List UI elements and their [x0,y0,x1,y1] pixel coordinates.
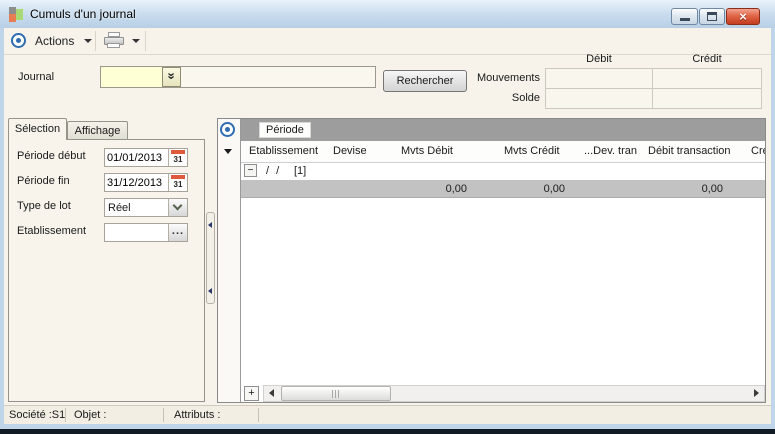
etablissement-input[interactable] [105,224,167,241]
titlebar: Cumuls d'un journal × [0,0,775,28]
target-icon[interactable] [11,33,26,48]
selection-panel: Période début 31 Période fin 31 Type de … [8,139,205,402]
status-attributs: Attributs : [174,409,221,421]
mouvements-label: Mouvements [477,72,540,84]
dropdown-button[interactable] [168,199,187,216]
minimize-button[interactable] [671,8,698,25]
grid-menu-arrow-icon[interactable] [224,149,232,154]
periode-debut-field[interactable]: 31 [104,148,188,167]
summary-debit-transaction: 0,00 [701,183,723,195]
group-row: − / / [1] [241,163,765,180]
scroll-right-button[interactable] [748,386,764,401]
status-separator [258,408,259,422]
app-icon-gray-square [9,7,16,14]
group-date-value: / / [266,165,282,177]
solde-credit-field [652,88,762,109]
column-header-mvts-debit[interactable]: Mvts Débit [401,145,453,157]
scrollbar-grip-icon [332,390,340,398]
status-objet: Objet : [74,409,107,421]
toolbar-separator [95,31,96,51]
horizontal-scrollbar[interactable] [263,385,765,402]
column-header-debit-transaction[interactable]: Débit transaction [648,145,731,157]
tab-affichage[interactable]: Affichage [67,121,128,140]
app-icon [9,7,23,22]
collapse-left-icon[interactable] [208,288,212,294]
mouvements-credit-field [652,68,762,89]
actions-dropdown-icon[interactable] [84,39,92,43]
app-icon-orange-square [9,14,16,22]
arrow-right-icon [754,389,759,397]
grid-header-row: Etablissement Devise Mvts Débit Mvts Cré… [241,141,765,163]
journal-input[interactable] [101,67,162,87]
window-bottom-edge [0,429,775,434]
scroll-left-button[interactable] [264,386,280,401]
collapse-group-button[interactable]: − [244,164,257,177]
toolbar-separator [145,31,146,51]
mouvements-debit-field [545,68,653,89]
type-de-lot-label: Type de lot [17,200,71,212]
journal-field[interactable]: » [100,66,376,88]
calendar-button[interactable]: 31 [168,174,187,191]
tab-selection[interactable]: Sélection [8,118,67,140]
restore-icon [707,12,717,21]
grid-selector-strip [218,119,241,402]
periode-fin-field[interactable]: 31 [104,173,188,192]
solde-debit-field [545,88,653,109]
group-chip-periode[interactable]: Période [259,122,311,138]
status-societe: Société :S1 [9,409,66,421]
journal-label: Journal [18,71,55,83]
periode-debut-label: Période début [17,150,86,162]
credit-column-label: Crédit [692,53,722,65]
type-de-lot-value: Réel [108,202,131,214]
calendar-day: 31 [173,180,183,189]
results-grid: Période Etablissement Devise Mvts Débit … [217,118,766,403]
print-dropdown-icon[interactable] [132,39,140,43]
arrow-left-icon [269,389,274,397]
close-icon: × [739,9,747,24]
column-header-devise[interactable]: Devise [333,145,367,157]
column-header-etablissement[interactable]: Etablissement [249,145,318,157]
solde-label: Solde [511,92,540,104]
journal-lookup-button[interactable]: » [162,67,181,87]
chevron-down-icon [172,200,183,211]
etablissement-label: Etablissement [17,225,87,237]
grid-target-icon[interactable] [220,122,235,137]
toolbar: Actions [4,28,771,55]
printer-icon[interactable] [104,32,125,49]
double-chevron-icon: » [164,72,180,80]
status-separator [163,408,164,422]
window: Cumuls d'un journal × Actions Journal » [0,0,775,434]
printer-tray [107,43,120,48]
status-separator [65,408,66,422]
calendar-day: 31 [173,155,183,164]
lookup-ellipsis-button[interactable]: ... [168,224,187,241]
restore-button[interactable] [699,8,725,25]
actions-button[interactable]: Actions [35,34,74,48]
type-de-lot-select[interactable]: Réel [104,198,188,217]
summary-mvts-debit: 0,00 [445,183,467,195]
summary-row: 0,00 0,00 0,00 [241,180,765,198]
column-header-credit-transaction[interactable]: Cré [751,145,765,157]
close-button[interactable]: × [726,8,760,25]
minimize-icon [679,18,690,21]
group-count-badge: [1] [294,165,307,177]
collapse-left-icon[interactable] [208,222,212,228]
column-header-dev-tran[interactable]: ...Dev. tran [584,145,637,157]
ellipsis-icon: ... [171,225,185,237]
group-by-bar: Période [241,119,765,141]
column-header-mvts-credit[interactable]: Mvts Crédit [504,145,560,157]
periode-fin-input[interactable] [105,174,167,191]
etablissement-field[interactable]: ... [104,223,188,242]
panel-splitter[interactable] [206,212,215,304]
summary-mvts-credit: 0,00 [543,183,565,195]
periode-debut-input[interactable] [105,149,167,166]
debit-column-label: Débit [586,53,612,65]
status-bar: Société :S1 Objet : Attributs : [4,405,771,424]
window-title: Cumuls d'un journal [30,7,136,21]
scrollbar-thumb[interactable] [281,386,391,401]
add-row-button[interactable]: + [244,386,259,401]
calendar-button[interactable]: 31 [168,149,187,166]
periode-fin-label: Période fin [17,175,70,187]
app-icon-green-square [16,9,23,20]
